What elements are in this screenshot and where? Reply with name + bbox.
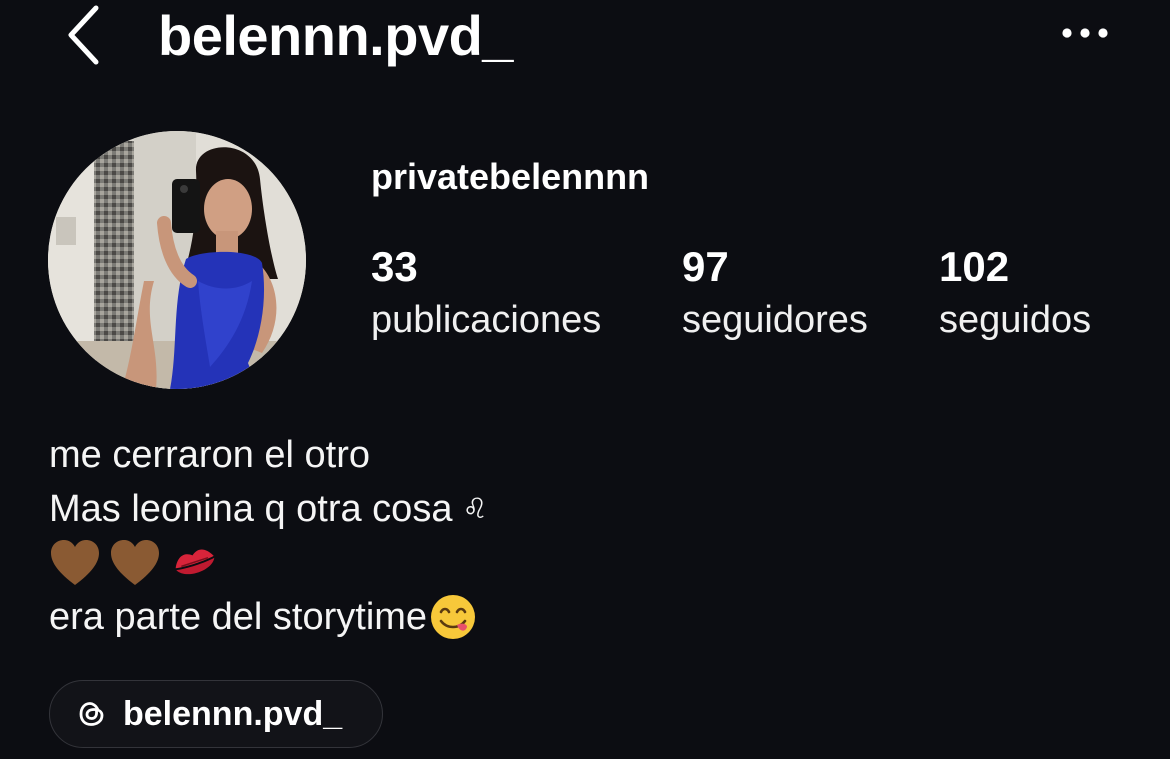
threads-handle: belennn.pvd_ (123, 694, 343, 733)
posts-count[interactable]: 33 publicaciones (371, 242, 601, 348)
bio-line-3 (49, 536, 488, 590)
profile-photo (48, 131, 306, 389)
posts-count-value: 33 (371, 243, 418, 290)
followers-count[interactable]: 97 seguidores (682, 242, 868, 348)
following-count-label: seguidos (939, 299, 1092, 341)
bio: me cerraron el otro Mas leonina q otra c… (49, 428, 488, 644)
brown-heart-emoji (111, 540, 159, 585)
bio-line-2: Mas leonina q otra cosa ♌ (49, 482, 488, 536)
brown-heart-emoji (51, 540, 99, 585)
profile-header: belennn.pvd_ (0, 0, 1170, 80)
posts-count-label: publicaciones (371, 299, 602, 341)
savoring-face-emoji (431, 595, 476, 639)
followers-count-value: 97 (682, 243, 729, 290)
back-button[interactable] (58, 2, 108, 68)
avatar[interactable] (48, 131, 306, 389)
threads-link[interactable]: belennn.pvd_ (49, 680, 383, 748)
bio-line-4-text: era parte del storytime (49, 596, 428, 638)
bio-line-1: me cerraron el otro (49, 434, 371, 476)
following-count-value: 102 (939, 243, 1010, 290)
bio-line-2-text: Mas leonina q otra cosa (49, 488, 453, 530)
threads-icon (77, 699, 107, 729)
page-title: belennn.pvd_ (158, 4, 513, 67)
chevron-left-icon (68, 5, 99, 65)
more-options-button[interactable] (1052, 10, 1118, 56)
leo-symbol: ♌ (462, 492, 488, 525)
followers-count-label: seguidores (682, 299, 868, 341)
more-horizontal-icon (1062, 28, 1108, 38)
kiss-mark-emoji (175, 549, 215, 575)
following-count[interactable]: 102 seguidos (939, 242, 1091, 348)
display-name: privatebelennnn (371, 156, 650, 197)
bio-line-4: era parte del storytime (49, 590, 488, 644)
